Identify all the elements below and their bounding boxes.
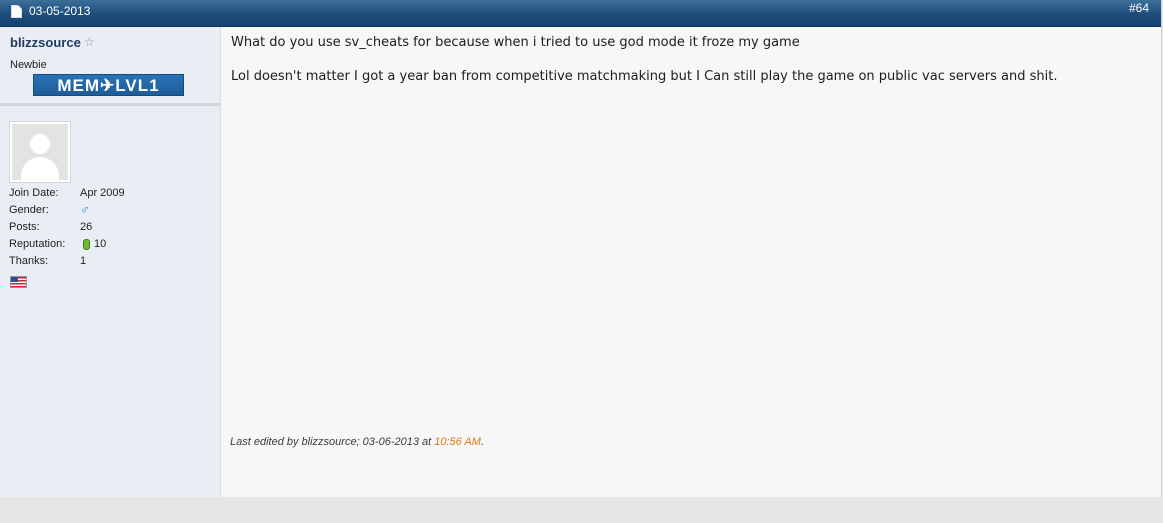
last-edited-suffix: . (480, 436, 484, 448)
post-permalink[interactable]: #64 (1129, 1, 1149, 15)
last-edited-prefix: Last edited by blizzsource; 03-06-2013 a… (230, 436, 435, 448)
post-document-icon (11, 5, 22, 18)
username-link[interactable]: blizzsource (10, 35, 81, 50)
message-line: What do you use sv_cheats for because wh… (231, 35, 800, 50)
reputation-label: Reputation: (9, 238, 66, 250)
message-line: Lol doesn't matter I got a year ban from… (231, 69, 1058, 84)
posts-row: Posts: 26 (9, 221, 209, 238)
us-flag-icon (10, 276, 27, 288)
reputation-value: 10 (94, 238, 107, 250)
last-edited-note: Last edited by blizzsource; 03-06-2013 a… (230, 436, 484, 448)
thanks-value: 1 (80, 255, 87, 267)
thanks-row: Thanks: 1 (9, 255, 209, 272)
user-avatar[interactable] (10, 122, 70, 182)
last-edited-time: 10:56 AM (434, 436, 481, 448)
post-body: What do you use sv_cheats for because wh… (221, 27, 1161, 497)
reputation-pill-icon (83, 239, 90, 250)
forum-post: 03-05-2013 #64 blizzsource ☆ Newbie MEM✈… (0, 0, 1162, 497)
join-date-row: Join Date: Apr 2009 (9, 187, 209, 204)
reputation-row: Reputation: 10 (9, 238, 209, 255)
gender-label: Gender: (9, 204, 49, 216)
posts-label: Posts: (9, 221, 40, 233)
rank-badge-text: MEM✈LVL1 (57, 76, 160, 95)
user-title: Newbie (10, 59, 47, 71)
post-footer-bar (0, 497, 1163, 523)
rank-badge: MEM✈LVL1 (33, 74, 184, 96)
gender-row: Gender: ♂ (9, 202, 209, 221)
avatar-head-shape (30, 134, 50, 154)
offline-star-icon: ☆ (84, 35, 95, 49)
male-symbol-icon: ♂ (80, 202, 90, 217)
post-date: 03-05-2013 (29, 4, 91, 18)
user-header: blizzsource ☆ Newbie MEM✈LVL1 (0, 27, 220, 106)
join-date-label: Join Date: (9, 187, 59, 199)
user-info-panel: blizzsource ☆ Newbie MEM✈LVL1 Join Date:… (0, 27, 221, 497)
user-details: Join Date: Apr 2009 Gender: ♂ Posts: 26 … (9, 187, 209, 272)
post-header: 03-05-2013 #64 (0, 0, 1161, 27)
join-date-value: Apr 2009 (80, 187, 125, 199)
thanks-label: Thanks: (9, 255, 49, 267)
posts-value: 26 (80, 221, 93, 233)
